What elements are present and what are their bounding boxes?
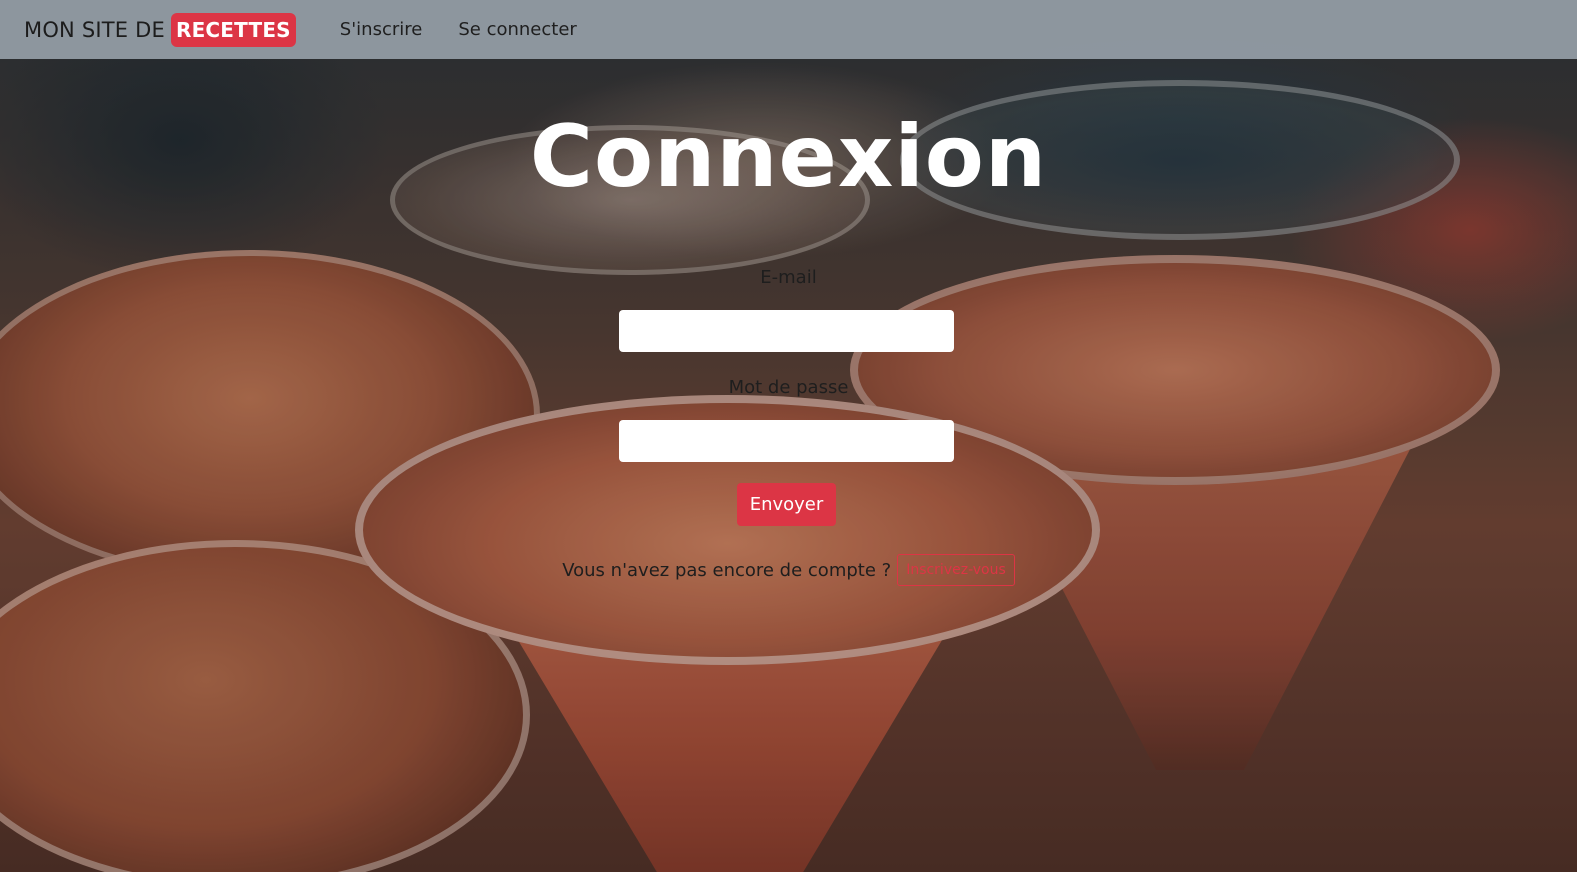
signup-row: Vous n'avez pas encore de compte ? Inscr… — [0, 554, 1577, 586]
page-title: Connexion — [529, 107, 1048, 207]
signup-prompt: Vous n'avez pas encore de compte ? — [562, 559, 892, 581]
brand-badge: RECETTES — [170, 12, 296, 47]
signup-button[interactable]: Inscrivez-vous — [897, 554, 1015, 586]
email-label: E-mail — [760, 267, 817, 288]
login-section: Connexion E-mail Mot de passe Envoyer Vo… — [0, 59, 1577, 872]
brand-logo[interactable]: MON SITE DE RECETTES — [24, 12, 296, 47]
password-label: Mot de passe — [728, 377, 849, 398]
navbar: MON SITE DE RECETTES S'inscrire Se conne… — [0, 0, 1577, 59]
nav-link-signup[interactable]: S'inscrire — [340, 19, 423, 40]
password-field[interactable] — [619, 420, 954, 462]
nav-link-login[interactable]: Se connecter — [458, 19, 576, 40]
submit-button[interactable]: Envoyer — [737, 483, 836, 526]
page: MON SITE DE RECETTES S'inscrire Se conne… — [0, 0, 1577, 872]
brand-prefix: MON SITE DE — [24, 17, 165, 42]
email-field[interactable] — [619, 310, 954, 352]
